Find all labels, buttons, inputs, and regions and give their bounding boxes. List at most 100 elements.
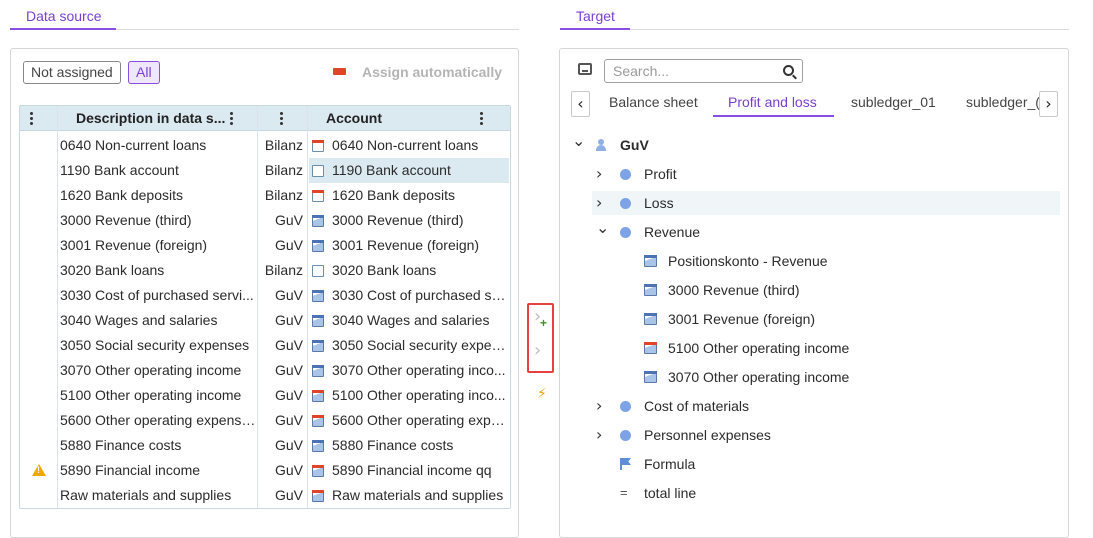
target-tab-strip: ‹ Balance sheet Profit and loss subledge… xyxy=(568,91,1058,117)
chevron-right-icon[interactable]: › xyxy=(596,191,602,215)
tree-node[interactable]: › Cost of materials xyxy=(592,394,1060,418)
account-cell[interactable]: 0640 Non-current loans xyxy=(309,133,509,158)
table-row[interactable]: 5100 Other operating income GuV 5100 Other… xyxy=(20,383,510,408)
table-row[interactable]: 0640 Non-current loans Bilanz 0640 Non-cur… xyxy=(20,133,510,158)
table-row[interactable]: 5880 Finance costs GuV 5880 Finance costs xyxy=(20,433,510,458)
table-row[interactable]: 3050 Social security expenses GuV 3050 Soc… xyxy=(20,333,510,358)
description-cell: 3040 Wages and salaries xyxy=(60,312,218,328)
table-row[interactable]: Raw materials and supplies GuV Raw materia… xyxy=(20,483,510,508)
account-icon xyxy=(644,342,657,354)
account-icon xyxy=(312,465,324,477)
chevron-down-icon[interactable]: ⌄ xyxy=(572,129,585,153)
account-cell[interactable]: 5600 Other operating expe... xyxy=(309,408,509,433)
table-row[interactable]: 3000 Revenue (third) GuV 3000 Revenue (thi… xyxy=(20,208,510,233)
tree-node[interactable]: 3070 Other operating income xyxy=(640,365,1060,389)
assign-automatically-button[interactable]: Assign automatically xyxy=(362,64,502,80)
chevron-right-icon[interactable]: › xyxy=(596,162,602,186)
tree-node[interactable]: = total line xyxy=(592,481,1060,505)
chevron-down-icon[interactable]: ⌄ xyxy=(596,216,609,240)
tab-profit-and-loss[interactable]: Profit and loss xyxy=(713,91,834,117)
node-dot-icon xyxy=(620,227,631,238)
statement-type-cell: GuV xyxy=(274,312,303,328)
tree-node[interactable]: Positionskonto - Revenue xyxy=(640,249,1060,273)
header-account[interactable]: Account xyxy=(326,106,382,131)
account-label: 3050 Social security expen... xyxy=(332,337,508,353)
tree-node[interactable]: › Loss xyxy=(592,191,1060,215)
inbox-icon[interactable] xyxy=(578,63,592,75)
account-cell[interactable]: 3070 Other operating inco... xyxy=(309,358,509,383)
table-row[interactable]: 5890 Financial income GuV 5890 Financial i… xyxy=(20,458,510,483)
account-cell[interactable]: 3020 Bank loans xyxy=(309,258,509,283)
account-cell[interactable]: 5890 Financial income qq xyxy=(309,458,509,483)
chevron-right-icon[interactable]: › xyxy=(534,340,541,361)
search-icon[interactable] xyxy=(783,65,794,76)
table-row[interactable]: 1190 Bank account Bilanz 1190 Bank account xyxy=(20,158,510,183)
tab-balance-sheet[interactable]: Balance sheet xyxy=(609,91,709,117)
column-menu-icon[interactable] xyxy=(280,112,284,125)
tree-node[interactable]: › Profit xyxy=(592,162,1060,186)
description-cell: 3030 Cost of purchased servi... xyxy=(60,287,254,303)
table-row[interactable]: 5600 Other operating expenses GuV 5600 Oth… xyxy=(20,408,510,433)
account-cell[interactable]: 1190 Bank account xyxy=(309,158,509,183)
column-menu-icon[interactable] xyxy=(230,112,234,125)
tree-node[interactable]: ⌄ Revenue xyxy=(592,218,1060,244)
account-cell[interactable]: 5100 Other operating inco... xyxy=(309,383,509,408)
node-dot-icon xyxy=(620,169,631,180)
tab-subledger-01[interactable]: subledger_01 xyxy=(851,91,951,117)
account-icon xyxy=(312,365,324,377)
statement-type-cell: Bilanz xyxy=(264,262,303,278)
search-field[interactable] xyxy=(604,59,803,83)
filter-all-button[interactable]: All xyxy=(128,61,160,84)
tree-node-label: Loss xyxy=(644,195,674,211)
tree-node-label: 3000 Revenue (third) xyxy=(668,282,800,298)
account-label: 5890 Financial income qq xyxy=(332,462,492,478)
account-cell[interactable]: 3050 Social security expen... xyxy=(309,333,509,358)
table-row[interactable]: 3020 Bank loans Bilanz 3020 Bank loans xyxy=(20,258,510,283)
chevron-right-icon[interactable]: › xyxy=(596,394,602,418)
tab-subledger-02[interactable]: subledger_( xyxy=(966,91,1040,117)
account-cell[interactable]: 3030 Cost of purchased se... xyxy=(309,283,509,308)
statement-type-cell: GuV xyxy=(274,362,303,378)
description-cell: 3001 Revenue (foreign) xyxy=(60,237,208,253)
tab-scroll-left-icon[interactable]: ‹ xyxy=(571,91,590,117)
flag-icon xyxy=(620,458,631,470)
account-cell[interactable]: 3040 Wages and salaries xyxy=(309,308,509,333)
column-menu-icon[interactable] xyxy=(30,112,34,125)
tree-node-label: 5100 Other operating income xyxy=(668,340,850,356)
data-source-panel: Not assigned All Assign automatically De… xyxy=(10,48,519,538)
account-icon xyxy=(312,415,324,427)
table-row[interactable]: 3070 Other operating income GuV 3070 Other… xyxy=(20,358,510,383)
filter-not-assigned-button[interactable]: Not assigned xyxy=(23,61,121,84)
description-cell: 5100 Other operating income xyxy=(60,387,242,403)
account-cell[interactable]: Raw materials and supplies xyxy=(309,483,509,508)
table-row[interactable]: 3001 Revenue (foreign) GuV 3001 Revenue (f… xyxy=(20,233,510,258)
table-row[interactable]: 1620 Bank deposits Bilanz 1620 Bank deposi… xyxy=(20,183,510,208)
account-cell[interactable]: 1620 Bank deposits xyxy=(309,183,509,208)
description-cell: 3050 Social security expenses xyxy=(60,337,250,353)
account-label: 0640 Non-current loans xyxy=(332,137,479,153)
chevron-right-icon[interactable]: › xyxy=(596,423,602,447)
table-row[interactable]: 3040 Wages and salaries GuV 3040 Wages and… xyxy=(20,308,510,333)
tree-node[interactable]: ⌄ GuV xyxy=(568,131,1060,157)
search-input[interactable] xyxy=(613,63,773,79)
tree-node[interactable]: 3001 Revenue (foreign) xyxy=(640,307,1060,331)
account-label: Raw materials and supplies xyxy=(332,487,504,503)
lightning-icon[interactable]: ⚡ xyxy=(537,385,547,402)
tree-node-label: total line xyxy=(644,485,697,501)
mapping-grid: Description in data s... Account 0640 No… xyxy=(19,105,511,509)
header-description[interactable]: Description in data s... xyxy=(76,106,225,131)
column-menu-icon[interactable] xyxy=(480,112,484,125)
account-icon xyxy=(312,440,324,452)
tree-node[interactable]: 3000 Revenue (third) xyxy=(640,278,1060,302)
account-cell[interactable]: 3001 Revenue (foreign) xyxy=(309,233,509,258)
table-row[interactable]: 3030 Cost of purchased servi... GuV 3030 C… xyxy=(20,283,510,308)
description-cell: 5880 Finance costs xyxy=(60,437,182,453)
account-label: 1190 Bank account xyxy=(332,162,451,178)
account-cell[interactable]: 3000 Revenue (third) xyxy=(309,208,509,233)
node-dot-icon xyxy=(620,198,631,209)
tree-node[interactable]: › Personnel expenses xyxy=(592,423,1060,447)
tree-node[interactable]: 5100 Other operating income xyxy=(640,336,1060,360)
tab-scroll-right-icon[interactable]: › xyxy=(1039,91,1058,117)
account-cell[interactable]: 5880 Finance costs xyxy=(309,433,509,458)
tree-node[interactable]: Formula xyxy=(592,452,1060,476)
